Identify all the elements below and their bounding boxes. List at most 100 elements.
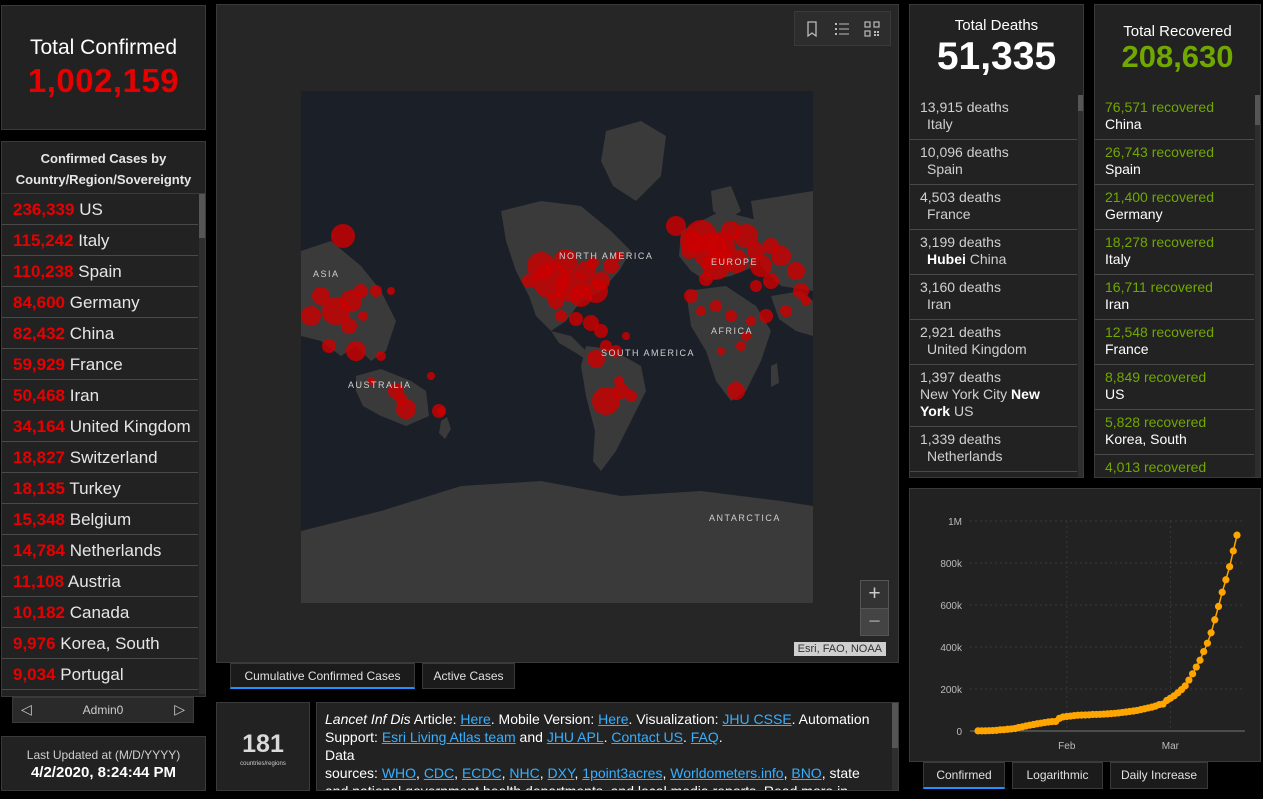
recovered-row[interactable]: 8,849 recovered US [1095,365,1254,410]
confirmed-row[interactable]: 9,034 Portugal [2,659,198,690]
zoom-in-button[interactable]: + [861,581,888,608]
confirmed-row[interactable]: 82,432 China [2,318,198,349]
dxy-link[interactable]: DXY [548,765,575,781]
case-bubble[interactable] [331,224,355,248]
deaths-row[interactable]: 13,915 deaths Italy [910,95,1077,140]
confirmed-row[interactable]: 18,135 Turkey [2,473,198,504]
case-bubble[interactable] [437,407,445,415]
case-bubble[interactable] [725,310,737,322]
recovered-scrollbar[interactable] [1255,95,1260,477]
case-bubble[interactable] [666,216,686,236]
recovered-row[interactable]: 16,711 recovered Iran [1095,275,1254,320]
case-bubble[interactable] [801,296,811,306]
case-bubble[interactable] [548,293,564,309]
confirmed-row[interactable]: 115,242 Italy [2,225,198,256]
data-point[interactable] [1203,639,1211,647]
case-bubble[interactable] [759,309,773,323]
confirmed-row[interactable]: 11,108 Austria [2,566,198,597]
case-bubble[interactable] [684,289,698,303]
deaths-row[interactable]: 10,096 deaths Spain [910,140,1077,185]
ecdc-link[interactable]: ECDC [462,765,502,781]
1point3acres-link[interactable]: 1point3acres [582,765,662,781]
confirmed-row[interactable]: 50,468 Iran [2,380,198,411]
case-bubble[interactable] [346,341,366,361]
case-bubble[interactable] [699,272,713,286]
recovered-row[interactable]: 4,013 recovered [1095,455,1254,477]
confirmed-row[interactable]: 15,348 Belgium [2,504,198,535]
worldometers-link[interactable]: Worldometers.info [670,765,783,781]
confirmed-list-scrollbar[interactable] [199,194,205,694]
data-point[interactable] [1196,656,1204,664]
deaths-row[interactable]: 1,397 deaths New York City New York US [910,365,1077,427]
confirmed-row[interactable]: 9,976 Korea, South [2,628,198,659]
tab-cumulative-confirmed[interactable]: Cumulative Confirmed Cases [230,663,415,689]
case-bubble[interactable] [592,387,620,415]
confirmed-row[interactable]: 59,929 France [2,349,198,380]
data-point[interactable] [1233,531,1241,539]
case-bubble[interactable] [570,285,592,307]
recovered-row[interactable]: 5,828 recovered Korea, South [1095,410,1254,455]
case-bubble[interactable] [594,324,608,338]
deaths-row[interactable]: 3,160 deaths Iran [910,275,1077,320]
case-bubble[interactable] [771,246,791,266]
tab-chart-daily-increase[interactable]: Daily Increase [1110,762,1208,789]
case-bubble[interactable] [301,306,321,326]
case-bubble[interactable] [727,382,745,400]
case-bubble[interactable] [763,273,779,289]
article-link[interactable]: Here [460,711,490,727]
case-bubble[interactable] [710,300,722,312]
info-scrollbar[interactable] [892,703,898,790]
case-bubble[interactable] [354,284,368,298]
case-bubble[interactable] [787,262,805,280]
confirmed-list[interactable]: 236,339 US 115,242 Italy 110,238 Spain 84,6… [2,194,199,694]
confirmed-row[interactable]: 10,182 Canada [2,597,198,628]
tab-chart-confirmed[interactable]: Confirmed [923,762,1005,789]
case-bubble[interactable] [322,339,336,353]
case-bubble[interactable] [736,341,746,351]
recovered-row[interactable]: 21,400 recovered Germany [1095,185,1254,230]
cdc-link[interactable]: CDC [424,765,454,781]
case-bubble[interactable] [522,274,536,288]
deaths-row[interactable]: 4,503 deaths France [910,185,1077,230]
list-icon[interactable] [833,20,851,38]
data-point[interactable] [1189,670,1197,678]
data-point[interactable] [1222,576,1230,584]
recovered-row[interactable]: 76,571 recovered China [1095,95,1254,140]
confirmed-row[interactable]: 84,600 Germany [2,287,198,318]
confirmed-row[interactable]: 34,164 United Kingdom [2,411,198,442]
data-point[interactable] [1185,676,1193,684]
tab-chart-logarithmic[interactable]: Logarithmic [1012,762,1103,789]
who-link[interactable]: WHO [382,765,416,781]
case-bubble[interactable] [750,280,762,292]
case-bubble[interactable] [614,376,624,386]
deaths-row[interactable]: 2,921 deaths United Kingdom [910,320,1077,365]
data-point[interactable] [1207,629,1215,637]
case-bubble[interactable] [622,332,630,340]
confirmed-row[interactable]: 236,339 US [2,194,198,225]
world-map[interactable]: ASIA NORTH AMERICA EUROPE AFRICA SOUTH A… [301,91,813,603]
case-bubble[interactable] [358,311,368,321]
case-bubble[interactable] [780,305,792,317]
bookmark-icon[interactable] [803,20,821,38]
case-bubble[interactable] [717,347,725,355]
nhc-link[interactable]: NHC [509,765,539,781]
deaths-row[interactable]: 3,199 deaths Hubei China [910,230,1077,275]
case-bubble[interactable] [696,306,706,316]
confirmed-row[interactable]: 110,238 Spain [2,256,198,287]
tab-active-cases[interactable]: Active Cases [422,663,515,689]
case-bubble[interactable] [555,310,567,322]
case-bubble[interactable] [370,285,382,297]
confirmed-row[interactable]: 18,827 Switzerland [2,442,198,473]
recovered-row[interactable]: 12,548 recovered France [1095,320,1254,365]
case-bubble[interactable] [569,312,583,326]
case-bubble[interactable] [625,390,637,402]
case-bubble[interactable] [746,316,756,326]
qr-grid-icon[interactable] [863,20,881,38]
recovered-row[interactable]: 18,278 recovered Italy [1095,230,1254,275]
data-point[interactable] [1226,563,1234,571]
deaths-scrollbar[interactable] [1078,95,1083,477]
zoom-out-button[interactable]: − [861,608,888,635]
data-point[interactable] [1214,602,1223,611]
case-bubble[interactable] [387,287,395,295]
faq-link[interactable]: FAQ [691,729,719,745]
